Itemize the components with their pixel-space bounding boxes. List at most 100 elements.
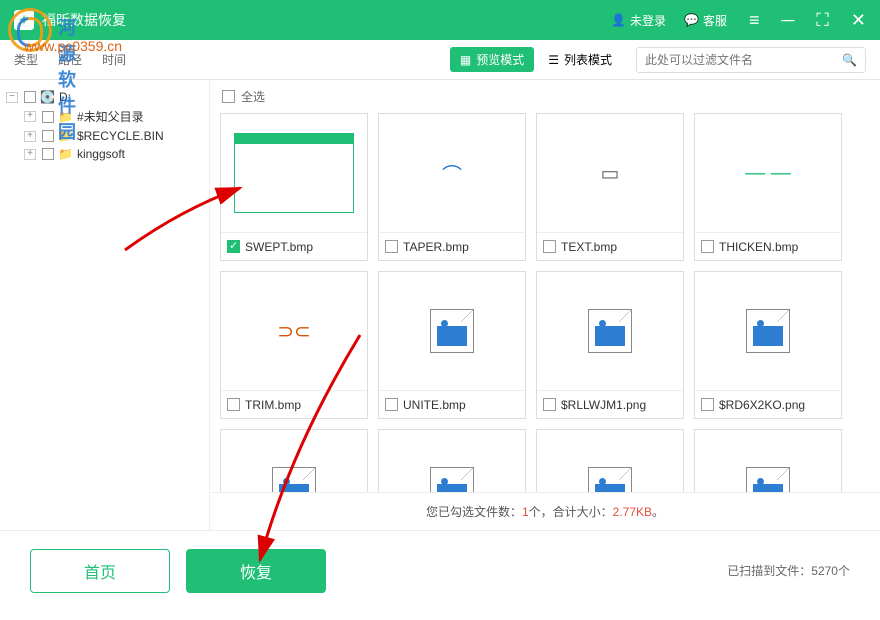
tree-node-label: $RECYCLE.BIN bbox=[77, 129, 164, 143]
file-checkbox[interactable] bbox=[385, 398, 398, 411]
file-checkbox[interactable] bbox=[227, 398, 240, 411]
file-checkbox[interactable] bbox=[701, 240, 714, 253]
folder-tree: − 💽 D: +📁#未知父目录+📁$RECYCLE.BIN+📁kinggsoft bbox=[0, 80, 210, 530]
tab-time[interactable]: 时间 bbox=[102, 47, 126, 72]
file-card[interactable]: ⊃⊂TRIM.bmp bbox=[220, 271, 368, 419]
file-card[interactable]: UNITE.bmp bbox=[378, 271, 526, 419]
file-name: TAPER.bmp bbox=[403, 240, 469, 254]
file-checkbox[interactable] bbox=[227, 240, 240, 253]
menu-icon[interactable]: ≡ bbox=[749, 10, 760, 31]
tab-type[interactable]: 类型 bbox=[14, 47, 38, 72]
file-thumbnail bbox=[695, 272, 841, 390]
file-thumbnail bbox=[695, 430, 841, 492]
file-card[interactable]: ▭ TEXT.bmp bbox=[536, 113, 684, 261]
file-thumbnail: ▭ bbox=[537, 114, 683, 232]
expand-icon[interactable]: + bbox=[24, 149, 36, 160]
file-card[interactable]: $RGMR4PH.png bbox=[536, 429, 684, 492]
tree-checkbox[interactable] bbox=[42, 130, 54, 142]
file-checkbox[interactable] bbox=[701, 398, 714, 411]
home-button[interactable]: 首页 bbox=[30, 549, 170, 593]
select-all-checkbox[interactable] bbox=[222, 90, 235, 103]
file-thumbnail bbox=[379, 430, 525, 492]
file-card[interactable]: $RLLWJM1.png bbox=[536, 271, 684, 419]
file-thumbnail bbox=[537, 430, 683, 492]
tree-checkbox[interactable] bbox=[42, 111, 54, 123]
login-button[interactable]: 👤未登录 bbox=[611, 12, 666, 29]
file-thumbnail: ⌒ bbox=[379, 114, 525, 232]
support-button[interactable]: 💬客服 bbox=[684, 12, 727, 29]
toolbar: 类型 路径 时间 ▦预览模式 ☰ 列表模式 🔍 bbox=[0, 40, 880, 80]
file-name: UNITE.bmp bbox=[403, 398, 466, 412]
main-area: − 💽 D: +📁#未知父目录+📁$RECYCLE.BIN+📁kinggsoft… bbox=[0, 80, 880, 530]
filter-input[interactable] bbox=[645, 53, 842, 67]
file-card[interactable]: ⌒ TAPER.bmp bbox=[378, 113, 526, 261]
tree-checkbox[interactable] bbox=[42, 148, 54, 160]
view-list-button[interactable]: ☰ 列表模式 bbox=[538, 47, 622, 72]
titlebar: ✦ 福昕数据恢复 👤未登录 💬客服 ≡ ─ ⛶ ✕ bbox=[0, 0, 880, 40]
tree-node[interactable]: +📁kinggsoft bbox=[24, 145, 203, 163]
tree-node-label: #未知父目录 bbox=[77, 108, 144, 125]
maximize-button[interactable]: ⛶ bbox=[816, 10, 829, 31]
minimize-button[interactable]: ─ bbox=[782, 10, 795, 31]
file-grid: SWEPT.bmp ⌒ TAPER.bmp ▭ TEXT.bmp — — THICKEN.b… bbox=[210, 113, 880, 492]
tree-node[interactable]: + 📁 $RECYCLE.BIN bbox=[24, 127, 203, 145]
recover-button[interactable]: 恢复 bbox=[186, 549, 326, 593]
file-thumbnail: ⊃⊂ bbox=[221, 272, 367, 390]
tab-bar: 类型 路径 时间 bbox=[14, 47, 126, 72]
file-name: $RLLWJM1.png bbox=[561, 398, 646, 412]
folder-icon: 📁 bbox=[58, 147, 73, 161]
content-area: 全选 SWEPT.bmp ⌒ TAPER.bmp ▭ TEXT.bmp — — THICKE… bbox=[210, 80, 880, 530]
app-logo-icon: ✦ bbox=[14, 10, 34, 30]
list-icon: ☰ bbox=[548, 53, 559, 67]
file-thumbnail: — — bbox=[695, 114, 841, 232]
status-mid: 个，合计大小： bbox=[529, 505, 613, 519]
tree-root-label: D: bbox=[59, 90, 71, 104]
tab-path[interactable]: 路径 bbox=[58, 47, 82, 72]
status-prefix: 您已勾选文件数： bbox=[426, 505, 522, 519]
file-card[interactable]: SWEPT.bmp bbox=[220, 113, 368, 261]
filter-box: 🔍 bbox=[636, 47, 866, 73]
file-card[interactable]: $RD6X2KO.png bbox=[694, 271, 842, 419]
tree-root[interactable]: − 💽 D: bbox=[6, 88, 203, 106]
file-checkbox[interactable] bbox=[385, 240, 398, 253]
login-label: 未登录 bbox=[630, 12, 666, 29]
file-checkbox[interactable] bbox=[543, 398, 556, 411]
close-button[interactable]: ✕ bbox=[851, 10, 866, 31]
footer: 首页 恢复 已扫描到文件：5270个 bbox=[0, 530, 880, 610]
view-list-label: 列表模式 bbox=[564, 51, 612, 68]
file-name: THICKEN.bmp bbox=[719, 240, 798, 254]
expand-icon[interactable]: + bbox=[24, 111, 36, 122]
file-card[interactable]: — — THICKEN.bmp bbox=[694, 113, 842, 261]
status-bar: 您已勾选文件数：1个，合计大小：2.77KB。 bbox=[210, 492, 880, 530]
status-count: 1 bbox=[522, 505, 529, 519]
app-title: 福昕数据恢复 bbox=[42, 10, 593, 30]
status-size: 2.77KB bbox=[613, 505, 652, 519]
folder-icon: 📁 bbox=[58, 129, 73, 143]
scan-prefix: 已扫描到文件： bbox=[727, 564, 811, 578]
status-suffix: 。 bbox=[652, 505, 664, 519]
file-thumbnail bbox=[537, 272, 683, 390]
file-name: SWEPT.bmp bbox=[245, 240, 313, 254]
scan-status: 已扫描到文件：5270个 bbox=[727, 562, 850, 579]
view-preview-button[interactable]: ▦预览模式 bbox=[450, 47, 534, 72]
search-icon[interactable]: 🔍 bbox=[842, 53, 857, 67]
tree-checkbox[interactable] bbox=[24, 91, 36, 103]
file-thumbnail bbox=[221, 430, 367, 492]
expand-icon[interactable]: + bbox=[24, 131, 36, 142]
file-checkbox[interactable] bbox=[543, 240, 556, 253]
grid-icon: ▦ bbox=[460, 53, 471, 67]
tree-node[interactable]: + 📁 #未知父目录 bbox=[24, 106, 203, 127]
scan-suffix: 个 bbox=[838, 564, 850, 578]
folder-icon: 📁 bbox=[58, 110, 73, 124]
file-thumbnail bbox=[221, 114, 367, 232]
collapse-icon[interactable]: − bbox=[6, 92, 18, 103]
file-card[interactable]: $R0AZSDX.png bbox=[694, 429, 842, 492]
select-all-label: 全选 bbox=[241, 88, 265, 105]
file-card[interactable]: $RQAFJWR.png bbox=[378, 429, 526, 492]
scan-count: 5270 bbox=[811, 564, 838, 578]
file-thumbnail bbox=[379, 272, 525, 390]
file-name: TEXT.bmp bbox=[561, 240, 617, 254]
file-card[interactable]: $RXHZKHF.png bbox=[220, 429, 368, 492]
select-all-row[interactable]: 全选 bbox=[210, 80, 880, 113]
drive-icon: 💽 bbox=[40, 90, 55, 104]
